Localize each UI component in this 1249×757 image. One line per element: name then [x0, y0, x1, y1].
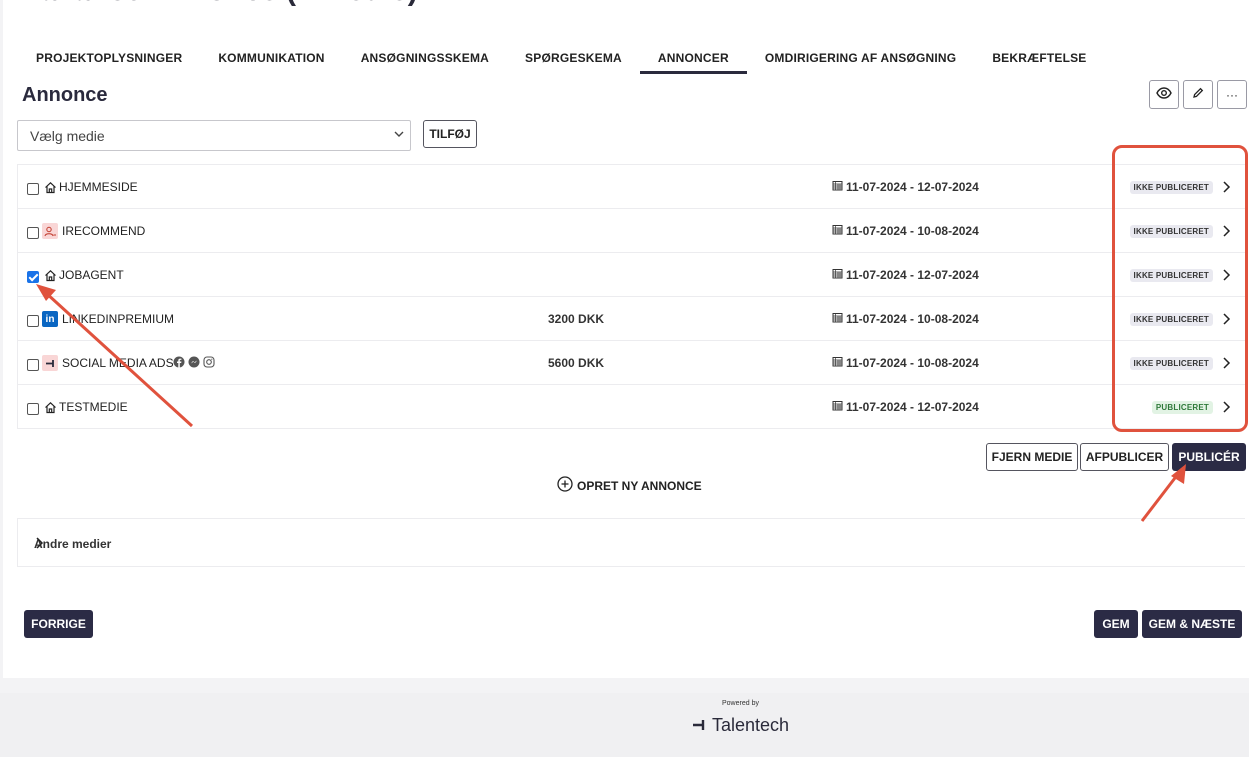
table-row[interactable]: IRECOMMEND 11-07-2024 - 10-08-2024 IKKE …: [17, 209, 1245, 253]
date-range: 11-07-2024 - 10-08-2024: [846, 312, 979, 326]
tab-bekraeftelse[interactable]: BEKRÆFTELSE: [974, 46, 1104, 74]
media-name: HJEMMESIDE: [59, 180, 138, 194]
media-dates: 11-07-2024 - 10-08-2024: [832, 312, 979, 326]
page-title: Vakance Annonce (7 medie): [22, 0, 418, 8]
media-dates: 11-07-2024 - 12-07-2024: [832, 400, 979, 414]
messenger-icon: [188, 355, 200, 373]
brand-logo: Talentech: [692, 715, 789, 736]
tab-spoergeskema[interactable]: SPØRGESKEMA: [507, 46, 640, 74]
eye-icon: [1156, 87, 1172, 102]
more-button[interactable]: ···: [1217, 80, 1247, 109]
media-price: 5600 DKK: [548, 356, 605, 370]
media-select-value: Vælg medie: [30, 128, 105, 144]
row-checkbox[interactable]: [27, 227, 39, 239]
section-title: Annonce: [22, 84, 108, 106]
calendar-icon: [832, 400, 843, 414]
tab-omdirigering[interactable]: OMDIRIGERING AF ANSØGNING: [747, 46, 974, 74]
preview-button[interactable]: [1149, 80, 1179, 109]
save-next-button[interactable]: GEM & NÆSTE: [1142, 610, 1242, 638]
table-row[interactable]: in LINKEDINPREMIUM 3200 DKK 11-07-2024 -…: [17, 297, 1245, 341]
row-checkbox[interactable]: [27, 183, 39, 195]
home-icon: [42, 179, 58, 195]
media-dates: 11-07-2024 - 10-08-2024: [832, 356, 979, 370]
publish-button[interactable]: PUBLICÉR: [1172, 443, 1246, 471]
person-icon: [42, 223, 58, 239]
chevron-down-icon: [392, 127, 406, 144]
date-range: 11-07-2024 - 10-08-2024: [846, 224, 979, 238]
media-name: IRECOMMEND: [62, 224, 146, 238]
save-button[interactable]: GEM: [1094, 610, 1138, 638]
footer: [0, 693, 1249, 757]
row-checkbox[interactable]: [27, 403, 39, 415]
media-table: HJEMMESIDE 11-07-2024 - 12-07-2024 IKKE …: [17, 164, 1245, 429]
row-checkbox[interactable]: [27, 315, 39, 327]
table-row[interactable]: HJEMMESIDE 11-07-2024 - 12-07-2024 IKKE …: [17, 165, 1245, 209]
table-row[interactable]: TESTMEDIE 11-07-2024 - 12-07-2024 PUBLIC…: [17, 385, 1245, 429]
tab-kommunikation[interactable]: KOMMUNIKATION: [200, 46, 342, 74]
social-icons: [173, 355, 215, 373]
other-media-row[interactable]: Andre medier: [17, 518, 1245, 567]
calendar-icon: [832, 180, 843, 194]
calendar-icon: [832, 312, 843, 326]
edit-button[interactable]: [1183, 80, 1213, 109]
table-row[interactable]: SOCIAL MEDIA ADS 5600 DKK 11-07-2024 - 1…: [17, 341, 1245, 385]
talentech-icon: [42, 355, 58, 371]
unpublish-button[interactable]: AFPUBLICER: [1080, 443, 1169, 471]
table-row[interactable]: JOBAGENT 11-07-2024 - 12-07-2024 IKKE PU…: [17, 253, 1245, 297]
calendar-icon: [832, 356, 843, 370]
media-dates: 11-07-2024 - 10-08-2024: [832, 224, 979, 238]
media-dates: 11-07-2024 - 12-07-2024: [832, 268, 979, 282]
brand-name: Talentech: [712, 715, 790, 735]
date-range: 11-07-2024 - 12-07-2024: [846, 400, 979, 414]
tab-annoncer[interactable]: ANNONCER: [639, 46, 747, 74]
create-new-ad-button[interactable]: OPRET NY ANNONCE: [557, 476, 702, 495]
pencil-icon: [1192, 87, 1204, 102]
media-name: SOCIAL MEDIA ADS: [62, 356, 174, 370]
linkedin-icon: in: [42, 311, 58, 327]
date-range: 11-07-2024 - 12-07-2024: [846, 268, 979, 282]
media-name: LINKEDINPREMIUM: [62, 312, 175, 326]
row-checkbox[interactable]: [27, 359, 39, 371]
status-highlight-box: [1112, 145, 1248, 432]
date-range: 11-07-2024 - 10-08-2024: [846, 356, 979, 370]
calendar-icon: [832, 268, 843, 282]
tab-projektoplysninger[interactable]: PROJEKTOPLYSNINGER: [18, 46, 200, 74]
tab-ansoegningsskema[interactable]: ANSØGNINGSSKEMA: [343, 46, 507, 74]
plus-circle-icon: [557, 476, 573, 495]
more-icon: ···: [1226, 87, 1238, 102]
media-name: TESTMEDIE: [59, 400, 128, 414]
tab-bar: PROJEKTOPLYSNINGER KOMMUNIKATION ANSØGNI…: [18, 46, 1105, 74]
home-icon: [42, 399, 58, 415]
row-checkbox[interactable]: [27, 271, 39, 283]
previous-button[interactable]: FORRIGE: [24, 610, 93, 638]
talentech-logo-icon: [692, 715, 708, 736]
media-price: 3200 DKK: [548, 312, 605, 326]
create-new-label: OPRET NY ANNONCE: [577, 478, 702, 493]
chevron-right-icon: [34, 536, 1231, 553]
date-range: 11-07-2024 - 12-07-2024: [846, 180, 979, 194]
media-select[interactable]: Vælg medie: [17, 120, 411, 151]
remove-media-button[interactable]: FJERN MEDIE: [986, 443, 1078, 471]
instagram-icon: [203, 355, 215, 373]
media-name: JOBAGENT: [59, 268, 124, 282]
media-dates: 11-07-2024 - 12-07-2024: [832, 180, 979, 194]
home-icon: [42, 267, 58, 283]
calendar-icon: [832, 224, 843, 238]
facebook-icon: [173, 355, 185, 373]
powered-by: Powered by: [722, 700, 759, 707]
add-media-button[interactable]: TILFØJ: [423, 120, 477, 148]
